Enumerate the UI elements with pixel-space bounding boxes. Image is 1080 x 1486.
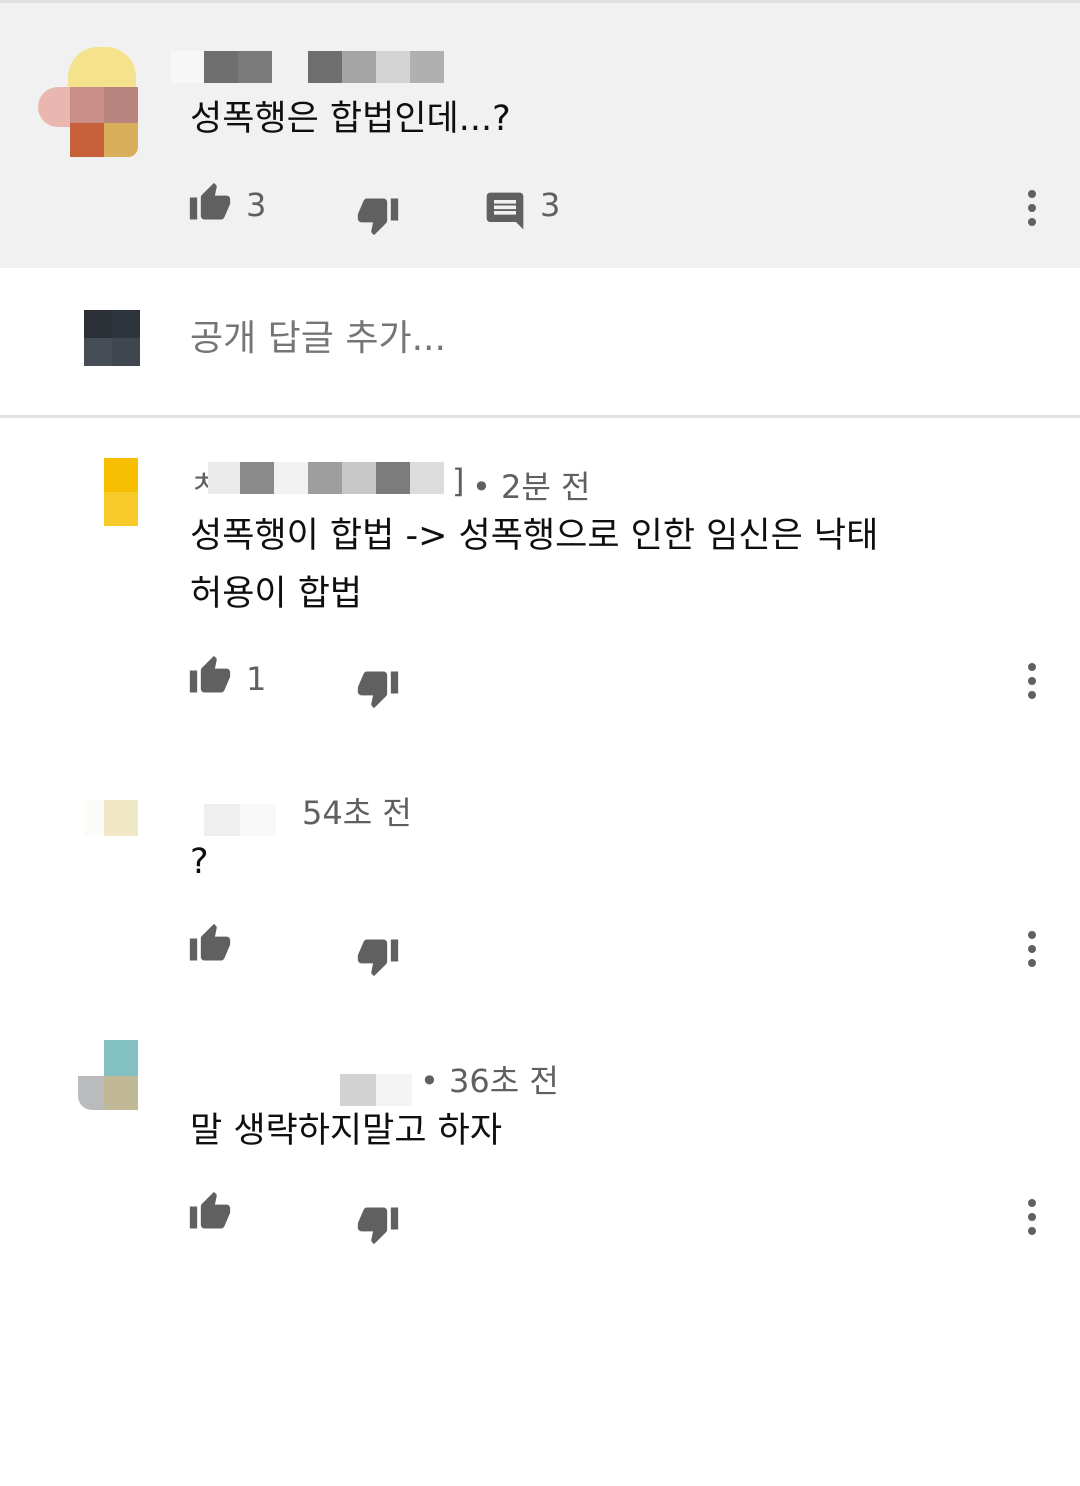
more-vertical-icon[interactable] bbox=[1026, 663, 1038, 703]
avatar[interactable] bbox=[78, 1040, 148, 1112]
like-count: 1 bbox=[246, 660, 267, 698]
author-name-suffix: ] bbox=[452, 462, 465, 500]
author-name[interactable]: ㅊ bbox=[190, 458, 460, 501]
more-vertical-icon[interactable] bbox=[1026, 190, 1038, 230]
thumbs-down-icon[interactable] bbox=[356, 666, 400, 710]
author-name[interactable] bbox=[204, 800, 276, 840]
reply-count: 3 bbox=[540, 186, 561, 224]
thumbs-down-icon[interactable] bbox=[356, 934, 400, 978]
thumbs-up-icon[interactable] bbox=[188, 181, 232, 225]
like-count: 3 bbox=[246, 186, 267, 224]
comment-text: 성폭행은 합법인데...? bbox=[190, 99, 511, 139]
avatar[interactable] bbox=[84, 800, 140, 840]
thumbs-up-icon[interactable] bbox=[188, 1190, 232, 1234]
parent-comment: 성폭행은 합법인데...? 3 3 bbox=[0, 0, 1080, 268]
more-vertical-icon[interactable] bbox=[1026, 1199, 1038, 1239]
avatar[interactable] bbox=[38, 45, 146, 157]
avatar[interactable] bbox=[104, 458, 138, 526]
thumbs-up-icon[interactable] bbox=[188, 654, 232, 698]
author-name[interactable] bbox=[170, 49, 450, 85]
timestamp: • 2분 전 bbox=[472, 468, 591, 506]
thumbs-down-icon[interactable] bbox=[356, 1202, 400, 1246]
thumbs-down-icon[interactable] bbox=[356, 193, 400, 237]
comment-text: 말 생략하지말고 하자 bbox=[190, 1111, 503, 1151]
comment-text-line-2: 허용이 합법 bbox=[190, 574, 363, 614]
comment-text: ? bbox=[190, 842, 209, 882]
timestamp: 54초 전 bbox=[302, 794, 412, 832]
thumbs-up-icon[interactable] bbox=[188, 922, 232, 966]
avatar bbox=[84, 310, 142, 368]
more-vertical-icon[interactable] bbox=[1026, 931, 1038, 971]
reply-input[interactable] bbox=[190, 318, 890, 359]
comment-icon[interactable] bbox=[483, 189, 527, 233]
comment-text-line-1: 성폭행이 합법 -> 성폭행으로 인한 임신은 낙태 bbox=[190, 516, 879, 556]
timestamp: • 36초 전 bbox=[420, 1062, 559, 1100]
